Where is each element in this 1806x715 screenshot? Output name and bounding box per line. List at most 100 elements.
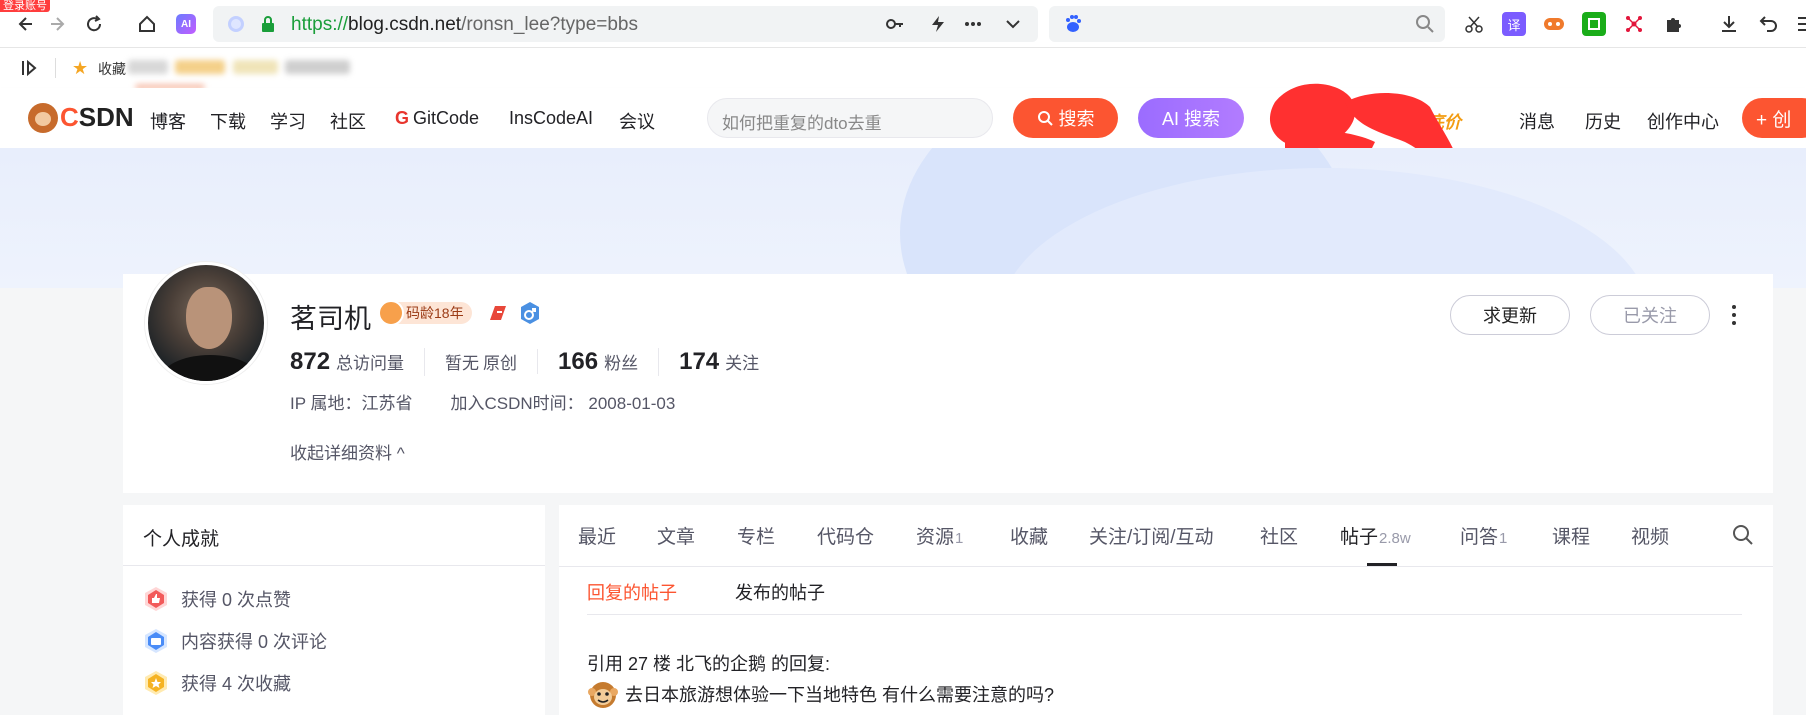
bookmarks-bar: ★ 收藏 (0, 48, 1806, 90)
key-icon[interactable] (885, 14, 905, 34)
achievement-text: 获得 0 次点赞 (181, 590, 292, 610)
lock-icon (262, 16, 274, 32)
tab-community[interactable]: 社区 (1260, 522, 1298, 549)
browser-search-bar[interactable] (1049, 6, 1445, 42)
profile-banner (0, 148, 1806, 288)
bookmark-label[interactable]: 收藏 (98, 59, 126, 79)
nav-meeting[interactable]: 会议 (619, 108, 655, 134)
tab-columns[interactable]: 专栏 (737, 522, 775, 549)
sidebar-toggle-icon[interactable] (18, 57, 40, 79)
url-text[interactable]: https://blog.csdn.net/ronsn_lee?type=bbs (291, 14, 638, 36)
search-icon (1037, 111, 1053, 126)
logo-text: CSDN (60, 102, 134, 132)
avatar-body (160, 355, 260, 381)
code-age-icon (378, 300, 404, 326)
tab-recent[interactable]: 最近 (578, 522, 616, 549)
subtab-replied-posts[interactable]: 回复的帖子 (587, 579, 677, 605)
csdn-logo[interactable]: CSDN (28, 102, 134, 133)
chevron-down-icon[interactable] (1003, 14, 1023, 34)
lightning-icon[interactable] (928, 14, 948, 34)
address-bar[interactable]: https://blog.csdn.net/ronsn_lee?type=bbs (213, 6, 1038, 42)
stat-label: 原创 (483, 354, 518, 373)
nav-messages[interactable]: 消息 (1519, 108, 1555, 134)
url-path: /ronsn_lee?type=bbs (461, 14, 638, 35)
stat-following[interactable]: 174 关注 (679, 348, 779, 376)
tab-posts[interactable]: 帖子2.8w (1340, 522, 1411, 549)
bookmark-divider (55, 58, 56, 78)
nav-gitcode[interactable]: G GitCode (395, 108, 479, 129)
nav-creator-center[interactable]: 创作中心 (1647, 108, 1719, 134)
stat-original[interactable]: 暂无 原创 (445, 349, 539, 374)
search-button[interactable]: 搜索 (1013, 98, 1118, 138)
post-text: 去日本旅游想体验一下当地特色 有什么需要注意的吗? (625, 685, 1055, 705)
monkey-emoji-icon (588, 682, 618, 708)
post-quote[interactable]: 引用 27 楼 北飞的企鹅 的回复: (587, 650, 830, 676)
stat-fans[interactable]: 166 粉丝 (558, 348, 660, 376)
achievement-text: 获得 4 次收藏 (181, 674, 292, 694)
nav-history[interactable]: 历史 (1585, 108, 1621, 134)
ai-extension-icon[interactable]: AI (176, 14, 196, 34)
home-icon[interactable] (133, 10, 161, 38)
favorite-icon (145, 671, 167, 695)
post-item[interactable]: 去日本旅游想体验一下当地特色 有什么需要注意的吗? (587, 678, 1054, 710)
tab-resources[interactable]: 资源1 (916, 522, 963, 549)
subtab-published-posts[interactable]: 发布的帖子 (735, 579, 825, 605)
ai-search-button[interactable]: AI 搜索 (1138, 98, 1244, 138)
achievement-comments: 内容获得 0 次评论 (143, 628, 327, 654)
followed-button[interactable]: 已关注 (1590, 295, 1710, 335)
blurred-bookmark[interactable] (285, 60, 350, 74)
blurred-bookmark[interactable] (128, 60, 168, 74)
nav-community[interactable]: 社区 (330, 108, 366, 134)
book-icon[interactable] (1582, 12, 1606, 36)
reload-icon[interactable] (80, 10, 108, 38)
blogger-badge-icon[interactable] (487, 302, 509, 324)
nav-learn[interactable]: 学习 (270, 108, 306, 134)
puzzle-icon[interactable] (1662, 12, 1686, 36)
search-icon[interactable] (1732, 524, 1754, 546)
game-icon[interactable] (1542, 12, 1566, 36)
logo-mascot-icon (28, 102, 58, 133)
star-icon[interactable]: ★ (72, 58, 88, 79)
forward-icon[interactable] (45, 10, 73, 38)
menu-icon[interactable] (1795, 12, 1806, 36)
collapse-details-link[interactable]: 收起详细资料 ^ (290, 439, 405, 464)
tab-courses[interactable]: 课程 (1552, 522, 1590, 549)
stat-visits[interactable]: 872 总访问量 (290, 348, 426, 376)
stat-label: 关注 (725, 354, 760, 373)
back-icon[interactable] (10, 10, 38, 38)
subtabs-divider (587, 614, 1742, 615)
nav-download[interactable]: 下载 (210, 108, 246, 134)
baidu-icon[interactable] (1063, 14, 1083, 34)
undo-icon[interactable] (1757, 12, 1781, 36)
achievement-text: 内容获得 0 次评论 (181, 632, 328, 652)
tab-follow-subscribe[interactable]: 关注/订阅/互动 (1089, 522, 1214, 549)
blurred-bookmark[interactable] (233, 60, 278, 74)
scissors-icon[interactable] (1462, 12, 1486, 36)
tab-articles[interactable]: 文章 (657, 522, 695, 549)
site-search-input[interactable]: 如何把重复的dto去重 (707, 98, 993, 138)
blurred-bookmark[interactable] (175, 60, 225, 74)
more-horizontal-icon[interactable] (963, 14, 983, 34)
nav-inscode[interactable]: InsCodeAI (509, 108, 593, 129)
nav-blog[interactable]: 博客 (150, 108, 186, 134)
tab-code-repo[interactable]: 代码仓 (817, 522, 874, 549)
tab-videos[interactable]: 视频 (1631, 522, 1669, 549)
translate-icon[interactable]: 译 (1502, 12, 1526, 36)
create-button[interactable]: + 创 (1742, 98, 1806, 138)
stat-number: 872 (290, 348, 331, 375)
network-icon[interactable] (1622, 12, 1646, 36)
tab-favorites[interactable]: 收藏 (1010, 522, 1048, 549)
stat-label: 总访问量 (336, 354, 405, 373)
search-icon[interactable] (1415, 14, 1435, 34)
download-icon[interactable] (1717, 12, 1741, 36)
more-vertical-icon[interactable] (1724, 300, 1744, 330)
join-date: 加入CSDN时间： 2008-01-03 (450, 394, 676, 413)
site-info-icon[interactable] (228, 16, 244, 32)
gitcode-icon: G (395, 108, 410, 128)
avatar[interactable] (145, 262, 267, 384)
achievement-favorites: 获得 4 次收藏 (143, 670, 291, 696)
url-protocol: https:// (291, 14, 349, 35)
stat-number: 166 (558, 348, 599, 375)
request-update-button[interactable]: 求更新 (1450, 295, 1570, 335)
tab-qa[interactable]: 问答1 (1460, 522, 1507, 549)
